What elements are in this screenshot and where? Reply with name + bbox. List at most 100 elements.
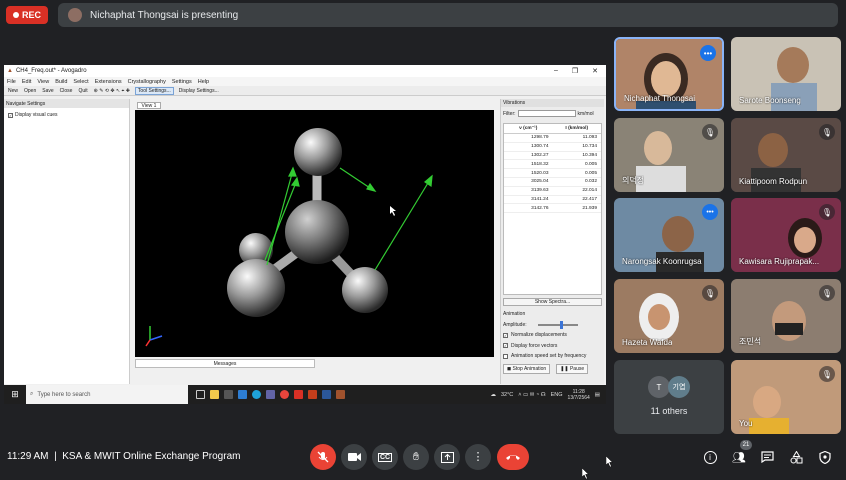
menu-view[interactable]: View	[37, 79, 49, 85]
save-button[interactable]: Save	[41, 88, 54, 94]
tool-settings-button[interactable]: Tool Settings...	[134, 86, 174, 95]
menu-crystallography[interactable]: Crystallography	[128, 79, 166, 85]
speed-checkbox[interactable]: Animation speed set by frequency	[503, 351, 602, 362]
amplitude-slider[interactable]	[537, 320, 578, 329]
table-row[interactable]: 3139.63 22.014	[504, 187, 601, 196]
present-button[interactable]	[434, 444, 460, 470]
people-icon: 👥︎	[732, 451, 746, 464]
filter-input[interactable]	[517, 110, 576, 117]
table-row[interactable]: 1518.32 0.005	[504, 160, 601, 170]
captions-icon: CC	[377, 452, 393, 462]
word-icon[interactable]	[322, 390, 331, 399]
participant-tile[interactable]: 🎙︎ 조민석	[731, 279, 841, 353]
menu-edit[interactable]: Edit	[22, 79, 31, 85]
search-icon: ⌕	[30, 391, 34, 397]
chrome-icon[interactable]	[280, 390, 289, 399]
meeting-details-button[interactable]: i	[702, 449, 718, 465]
file-explorer-icon[interactable]	[210, 390, 219, 399]
others-label: 11 others	[650, 406, 688, 416]
table-row[interactable]: 1298.79 11.093	[504, 134, 601, 143]
molecule-viewport[interactable]	[135, 110, 494, 357]
avogadro-icon[interactable]	[336, 390, 345, 399]
chat-button[interactable]	[759, 449, 775, 465]
slider-knob[interactable]	[559, 320, 563, 329]
menu-extensions[interactable]: Extensions	[95, 79, 122, 85]
menu-help[interactable]: Help	[198, 79, 209, 85]
mouse-pointer-icon	[390, 206, 396, 216]
tray-icons[interactable]: ˄ ▭ ✉ ◔ ☊	[518, 392, 545, 398]
more-options-button[interactable]: ⋮	[465, 444, 491, 470]
tab-view-1[interactable]: View 1	[137, 102, 161, 109]
taskbar-apps	[196, 390, 345, 399]
show-spectra-button[interactable]: Show Spectra...	[503, 298, 602, 306]
powerpoint-icon[interactable]	[308, 390, 317, 399]
teams-icon[interactable]	[266, 390, 275, 399]
clock[interactable]: 11:28 13/7/2564	[568, 389, 590, 401]
meeting-info: 11:29 AM | KSA & MWIT Online Exchange Pr…	[7, 451, 241, 462]
open-button[interactable]: Open	[23, 88, 37, 94]
table-row[interactable]: 1302.27 10.394	[504, 152, 601, 161]
participant-tile[interactable]: 🎙︎ Kawisara Rujiprapak...	[731, 198, 841, 272]
participant-tile[interactable]: 🎙︎ Kiattipoom Rodpun	[731, 118, 841, 192]
captions-button[interactable]: CC	[372, 444, 398, 470]
messages-tab[interactable]: Messages	[135, 359, 315, 368]
table-row[interactable]: 1520.03 0.005	[504, 169, 601, 178]
taskbar-search[interactable]: ⌕ Type here to search	[26, 385, 188, 404]
pause-button[interactable]: ❚❚ Pause	[556, 363, 589, 374]
temperature[interactable]: 32°C	[501, 392, 513, 398]
people-button[interactable]: 👥︎	[731, 449, 747, 465]
quit-button[interactable]: Quit	[77, 88, 88, 94]
force-vectors-checkbox[interactable]: ✓ Display force vectors	[503, 341, 602, 352]
edge-icon[interactable]	[252, 390, 261, 399]
animation-label: Animation	[503, 311, 526, 318]
tool-icons[interactable]: ⊕ ✎ ⟲ ✥ ↖ ⌖ ✚	[93, 88, 131, 94]
vibrations-header: Vibrations	[501, 99, 604, 107]
maximize-icon[interactable]: ❐	[572, 67, 578, 75]
task-view-icon[interactable]	[196, 390, 205, 399]
participant-tile[interactable]: ••• Narongsak Koonrugsa	[614, 198, 724, 272]
acrobat-icon[interactable]	[294, 390, 303, 399]
mouse-cursor-icon	[582, 468, 590, 480]
language[interactable]: ENG	[551, 392, 563, 398]
participant-tile[interactable]: ••• Nichaphat Thongsai	[614, 37, 724, 111]
table-row[interactable]: 3025.04 0.032	[504, 178, 601, 187]
windows-start-icon[interactable]: ⊞	[4, 389, 26, 400]
navigate-settings-panel: Navigate Settings ✓ Display visual cues	[4, 99, 130, 384]
close-icon[interactable]: ✕	[592, 67, 598, 75]
menu-settings[interactable]: Settings	[172, 79, 192, 85]
muted-mic-icon: 🎙︎	[819, 366, 835, 382]
others-tile[interactable]: T 기엽 11 others	[614, 360, 724, 434]
microphone-off-button[interactable]	[310, 444, 336, 470]
notification-icon[interactable]: ▤	[595, 392, 600, 398]
visual-cues-checkbox[interactable]: ✓ Display visual cues	[4, 108, 129, 122]
menu-bar: File Edit View Build Select Extensions C…	[4, 77, 606, 86]
camera-button[interactable]	[341, 444, 367, 470]
participant-tile[interactable]: Sarote Boonseng	[731, 37, 841, 111]
mail-icon[interactable]	[238, 390, 247, 399]
leave-call-button[interactable]	[497, 444, 529, 470]
stop-animation-button[interactable]: ◼ Stop Animation	[503, 363, 551, 374]
host-controls-button[interactable]	[817, 449, 833, 465]
table-row[interactable]: 3141.24 22.417	[504, 196, 601, 205]
table-row[interactable]: 3142.76 21.939	[504, 204, 601, 214]
minimize-icon[interactable]: –	[554, 67, 558, 75]
raise-hand-button[interactable]: ✋︎	[403, 444, 429, 470]
menu-select[interactable]: Select	[73, 79, 88, 85]
display-settings-button[interactable]: Display Settings...	[178, 88, 220, 94]
normalize-checkbox[interactable]: ✓ Normalize displacements	[503, 330, 602, 341]
checkbox-icon	[503, 353, 508, 359]
menu-file[interactable]: File	[7, 79, 16, 85]
activities-button[interactable]	[788, 449, 804, 465]
hand-icon: ✋︎	[412, 450, 420, 463]
close-button[interactable]: Close	[59, 88, 74, 94]
weather-icon[interactable]: ☁	[490, 392, 496, 398]
self-tile[interactable]: 🎙︎ You	[731, 360, 841, 434]
participant-tile[interactable]: 🎙︎ 의덕정	[614, 118, 724, 192]
muted-mic-icon: 🎙︎	[819, 124, 835, 140]
more-options-icon[interactable]: •••	[700, 45, 716, 61]
new-button[interactable]: New	[7, 88, 19, 94]
menu-build[interactable]: Build	[55, 79, 67, 85]
table-row[interactable]: 1300.74 10.734	[504, 143, 601, 152]
participant-tile[interactable]: 🎙︎ Hazeta Wafda	[614, 279, 724, 353]
store-icon[interactable]	[224, 390, 233, 399]
